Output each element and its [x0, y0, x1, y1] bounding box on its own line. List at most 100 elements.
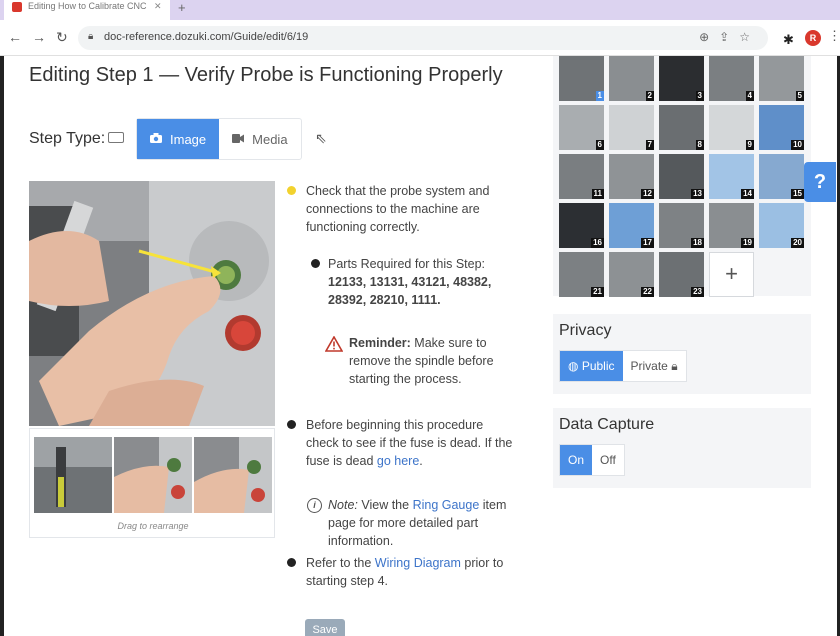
bullet-text: Check that the probe system and connecti… [306, 184, 490, 234]
page-title: Editing Step 1 — Verify Probe is Functio… [29, 64, 503, 86]
extensions-icon[interactable]: ✱ [783, 32, 794, 48]
menu-dots-icon[interactable]: ⋮ [828, 28, 840, 44]
media-type-button[interactable]: Media [219, 119, 300, 159]
gallery-thumbnail[interactable]: 1 [559, 56, 604, 101]
gallery-thumbnail[interactable]: 12 [609, 154, 654, 199]
url-text: doc-reference.dozuki.com/Guide/edit/6/19 [104, 31, 309, 43]
browser-tab[interactable]: Editing How to Calibrate CNC ... ✕ [4, 0, 170, 20]
gallery-thumbnail[interactable]: 5 [759, 56, 804, 101]
step-type-label: Step Type: [29, 130, 106, 147]
bookmark-star-icon[interactable]: ☆ [739, 30, 760, 44]
bullet-dot-black [287, 558, 296, 567]
wiring-diagram-link[interactable]: Wiring Diagram [375, 556, 461, 570]
gallery-number: 7 [645, 140, 654, 150]
new-tab-icon[interactable]: + [178, 0, 186, 15]
media-gallery-panel: 1 2 3 4 5 6 7 8 9 10 11 12 13 14 15 16 17 18 19 20 21 22 23 + [553, 56, 811, 297]
forward-icon[interactable]: → [32, 29, 46, 45]
omnibox-icons: ⊕⇪☆ [699, 30, 760, 44]
address-bar[interactable]: 🔒︎ doc-reference.dozuki.com/Guide/edit/6… [78, 26, 768, 50]
media-thumbnail[interactable] [114, 437, 192, 513]
favicon-icon [12, 2, 22, 12]
gallery-thumbnail[interactable]: 14 [709, 154, 754, 199]
zoom-icon[interactable]: ⊕ [699, 30, 719, 44]
back-icon[interactable]: ← [8, 29, 22, 45]
gallery-thumbnail[interactable]: 20 [759, 203, 804, 248]
bullet-text: Refer to the Wiring Diagram prior to sta… [306, 554, 506, 590]
gallery-thumbnail[interactable]: 2 [609, 56, 654, 101]
public-option[interactable]: ◍ Public [560, 351, 623, 381]
bullet-text: Note: View the Ring Gauge item page for … [328, 496, 518, 550]
gallery-thumbnail[interactable]: 21 [559, 252, 604, 297]
tab-strip: Editing How to Calibrate CNC ... ✕ + [0, 0, 840, 20]
help-button[interactable]: ? [804, 162, 836, 202]
ring-gauge-link[interactable]: Ring Gauge [413, 498, 480, 512]
note-label: Note: [328, 498, 358, 512]
mouse-cursor-icon: ⇖ [315, 130, 327, 146]
main-step-image[interactable] [29, 181, 275, 426]
gallery-thumbnail[interactable]: 17 [609, 203, 654, 248]
gallery-thumbnail[interactable]: 15 [759, 154, 804, 199]
tab-close-icon[interactable]: ✕ [154, 1, 162, 12]
gallery-number: 11 [591, 189, 604, 199]
bullet-text: Parts Required for this Step: 12133, 131… [328, 255, 518, 309]
media-thumbnail[interactable] [34, 437, 112, 513]
gallery-thumbnail[interactable]: 10 [759, 105, 804, 150]
reload-icon[interactable]: ↻ [56, 29, 68, 46]
gallery-thumbnail[interactable]: 11 [559, 154, 604, 199]
go-here-link[interactable]: go here [377, 454, 419, 468]
on-option[interactable]: On [560, 445, 593, 475]
gallery-number: 9 [745, 140, 754, 150]
bullet-dot-yellow [287, 186, 296, 195]
gallery-number: 6 [595, 140, 604, 150]
lock-icon: 🔒︎ [88, 31, 94, 42]
bullet-text: Reminder: Make sure to remove the spindl… [349, 334, 524, 388]
gallery-number: 17 [641, 238, 654, 248]
gallery-thumbnail[interactable]: 8 [659, 105, 704, 150]
info-icon: i [307, 498, 322, 513]
browser-toolbar: ← → ↻ 🔒︎ doc-reference.dozuki.com/Guide/… [0, 20, 840, 56]
privacy-panel: Privacy ◍ Public Private 🔒︎ [553, 314, 811, 394]
warning-icon [324, 335, 344, 354]
gallery-thumbnail[interactable]: 9 [709, 105, 754, 150]
step-type-toggle: Image Media [136, 118, 302, 160]
gallery-thumbnail[interactable]: 16 [559, 203, 604, 248]
media-thumbnail-row: Drag to rearrange [29, 428, 275, 538]
wiring-pre: Refer to the [306, 556, 375, 570]
gallery-number: 5 [795, 91, 804, 101]
gallery-thumbnail[interactable]: 18 [659, 203, 704, 248]
gallery-thumbnail[interactable]: 13 [659, 154, 704, 199]
privacy-toggle: ◍ Public Private 🔒︎ [559, 350, 687, 382]
gallery-thumbnail[interactable]: 22 [609, 252, 654, 297]
media-thumbnail[interactable] [194, 437, 272, 513]
gallery-number: 8 [695, 140, 704, 150]
off-option[interactable]: Off [592, 445, 624, 475]
tab-title: Editing How to Calibrate CNC ... [28, 1, 148, 11]
private-option[interactable]: Private 🔒︎ [623, 351, 686, 381]
profile-avatar[interactable]: R [805, 30, 821, 46]
image-type-label: Image [170, 131, 207, 147]
add-media-button[interactable]: + [709, 252, 754, 297]
gallery-thumbnail[interactable]: 7 [609, 105, 654, 150]
gallery-number: 2 [645, 91, 654, 101]
data-capture-title: Data Capture [559, 416, 655, 433]
data-capture-panel: Data Capture On Off [553, 408, 811, 488]
gallery-thumbnail[interactable]: 3 [659, 56, 704, 101]
video-icon [232, 132, 245, 146]
gallery-number: 20 [791, 238, 804, 248]
save-button[interactable]: Save [305, 619, 345, 636]
private-label: Private [630, 359, 668, 373]
bullet-text: Before beginning this procedure check to… [306, 416, 518, 470]
gallery-thumbnail[interactable]: 19 [709, 203, 754, 248]
gallery-number: 18 [691, 238, 704, 248]
gallery-number: 4 [745, 91, 754, 101]
data-capture-toggle: On Off [559, 444, 625, 476]
share-icon[interactable]: ⇪ [719, 30, 739, 44]
public-label: Public [581, 359, 615, 373]
gallery-thumbnail[interactable]: 4 [709, 56, 754, 101]
gallery-number: 13 [691, 189, 704, 199]
gallery-thumbnail[interactable]: 6 [559, 105, 604, 150]
gallery-number: 16 [591, 238, 604, 248]
gallery-thumbnail[interactable]: 23 [659, 252, 704, 297]
image-type-button[interactable]: Image [137, 119, 220, 159]
gallery-number: 12 [641, 189, 654, 199]
